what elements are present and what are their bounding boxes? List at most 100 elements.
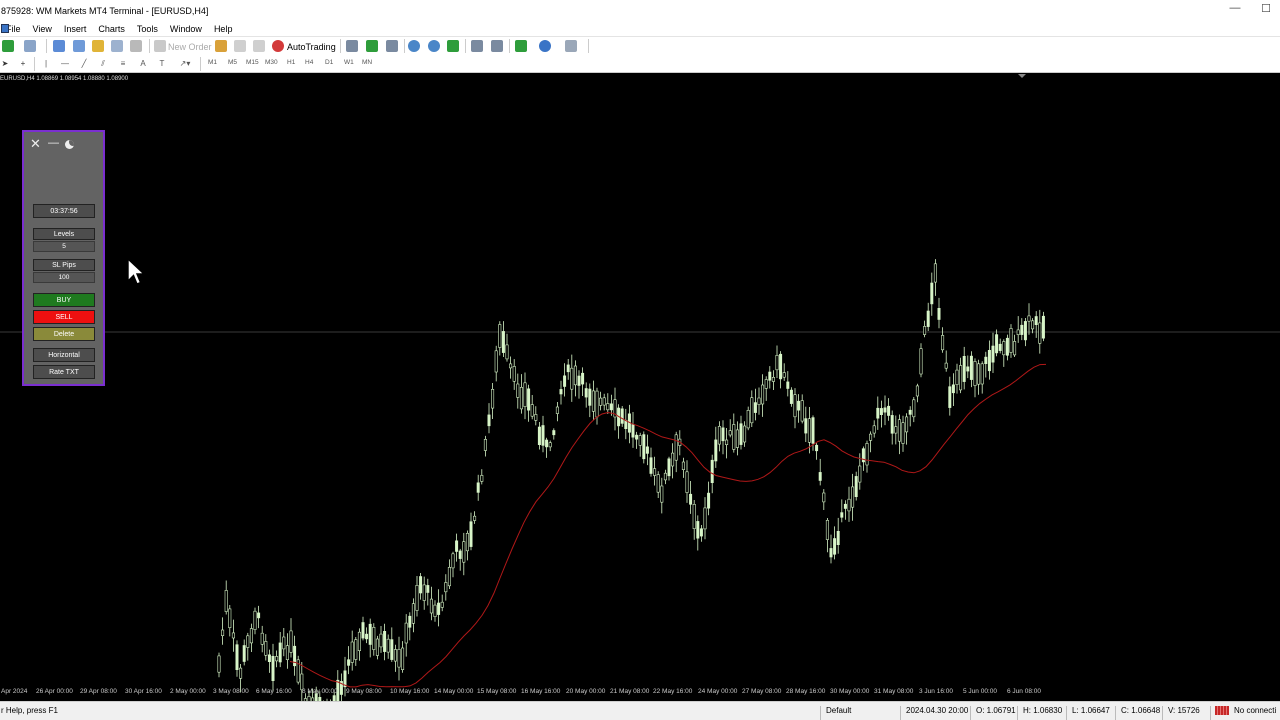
menu-charts[interactable]: Charts	[92, 24, 131, 34]
panel-theme-moon-icon[interactable]	[65, 140, 74, 149]
candle-body	[836, 530, 840, 545]
document-icon[interactable]	[1, 24, 9, 33]
crosshair-icon[interactable]: +	[18, 57, 28, 70]
text-label-icon[interactable]: T	[157, 57, 167, 70]
buy-button[interactable]: BUY	[33, 293, 95, 307]
levels-field[interactable]: 5	[33, 241, 95, 252]
candle-body	[714, 439, 718, 462]
profiles-icon[interactable]	[24, 40, 36, 52]
candle-body	[912, 399, 916, 418]
candle-body	[815, 444, 819, 452]
trendline-icon[interactable]: ╱	[79, 57, 89, 70]
candle-body	[811, 417, 815, 444]
separator	[588, 39, 589, 53]
menu-help[interactable]: Help	[208, 24, 239, 34]
separator	[34, 57, 35, 71]
metaeditor-icon[interactable]	[215, 40, 227, 52]
navigator-icon[interactable]	[92, 40, 104, 52]
status-profile[interactable]: Default	[826, 706, 851, 715]
candle-body	[217, 655, 221, 673]
timeframe-h4[interactable]: H4	[305, 59, 313, 66]
timeframe-m1[interactable]: M1	[208, 59, 217, 66]
price-chart[interactable]: EURUSD,H4 1.08869 1.08954 1.08880 1.0890…	[0, 73, 1280, 701]
autotrading-button[interactable]: AutoTrading	[287, 40, 336, 53]
vertical-line-icon[interactable]: |	[42, 57, 50, 70]
menu-window[interactable]: Window	[164, 24, 208, 34]
timeframe-h1[interactable]: H1	[287, 59, 295, 66]
candle-body	[440, 601, 444, 608]
new-order-button[interactable]: New Order	[168, 40, 212, 53]
panel-minimize-icon[interactable]: —	[48, 137, 59, 149]
channel-icon[interactable]: ⫽	[98, 57, 108, 70]
trade-panel[interactable]: ✕ — 03:37:56 Levels 5 SL Pips 100 BUY SE…	[22, 130, 105, 386]
candle-body	[649, 457, 653, 474]
cursor-icon[interactable]: ➤	[1, 57, 9, 70]
horizontal-button[interactable]: Horizontal	[33, 348, 95, 362]
timeframe-w1[interactable]: W1	[344, 59, 354, 66]
candle-body	[404, 622, 408, 644]
menu-view[interactable]: View	[27, 24, 58, 34]
candlestick-icon[interactable]	[366, 40, 378, 52]
candle-body	[789, 389, 793, 404]
timeframe-m5[interactable]: M5	[228, 59, 237, 66]
candle-body	[743, 425, 747, 443]
data-window-icon[interactable]	[73, 40, 85, 52]
strategy-tester-icon[interactable]	[130, 40, 142, 52]
candle-body	[473, 515, 477, 521]
restore-button[interactable]: ☐	[1255, 2, 1277, 15]
bar-chart-icon[interactable]	[346, 40, 358, 52]
candle-body	[548, 442, 552, 448]
zoom-in-icon[interactable]	[408, 40, 420, 52]
chart-shift-marker[interactable]	[1018, 74, 1026, 78]
arrows-icon[interactable]: ↗▾	[176, 57, 194, 70]
candle-body	[858, 465, 862, 483]
rate-txt-button[interactable]: Rate TXT	[33, 365, 95, 379]
sell-button[interactable]: SELL	[33, 310, 95, 324]
market-watch-icon[interactable]	[53, 40, 65, 52]
minimize-button[interactable]: —	[1224, 2, 1246, 14]
timeframe-d1[interactable]: D1	[325, 59, 333, 66]
candle-body	[426, 585, 430, 593]
text-icon[interactable]: A	[138, 57, 148, 70]
tile-windows-icon[interactable]	[447, 40, 459, 52]
zoom-out-icon[interactable]	[428, 40, 440, 52]
candle-body	[397, 648, 401, 668]
indicators-icon[interactable]	[515, 40, 527, 52]
time-axis-label: 24 May 00:00	[698, 688, 738, 695]
options-icon[interactable]	[253, 40, 265, 52]
candle-body	[555, 406, 559, 414]
autotrading-icon[interactable]	[272, 40, 284, 52]
menu-insert[interactable]: Insert	[58, 24, 93, 34]
chart-canvas[interactable]	[0, 73, 1280, 701]
candle-body	[757, 397, 761, 405]
status-connection[interactable]: No connecti	[1234, 706, 1276, 715]
new-order-icon[interactable]	[154, 40, 166, 52]
candle-body	[941, 335, 945, 351]
candle-body	[591, 390, 595, 412]
timeframe-mn[interactable]: MN	[362, 59, 372, 66]
candle-body	[559, 389, 563, 395]
drawing-toolbar: ➤ + | — ╱ ⫽ ≡ A T ↗▾	[0, 55, 1280, 73]
candle-body	[786, 381, 790, 389]
line-chart-icon[interactable]	[386, 40, 398, 52]
terminal-icon[interactable]	[111, 40, 123, 52]
templates-icon[interactable]	[565, 40, 577, 52]
panel-close-icon[interactable]: ✕	[30, 137, 42, 150]
status-datetime: 2024.04.30 20:00	[906, 706, 969, 715]
chart-shift-icon[interactable]	[471, 40, 483, 52]
candle-body	[689, 493, 693, 505]
horizontal-line-icon[interactable]: —	[60, 57, 70, 70]
auto-scroll-icon[interactable]	[491, 40, 503, 52]
timeframe-m30[interactable]: M30	[265, 59, 278, 66]
menu-tools[interactable]: Tools	[131, 24, 164, 34]
fibonacci-icon[interactable]: ≡	[118, 57, 128, 70]
new-chart-icon[interactable]	[2, 40, 14, 52]
candle-body	[937, 308, 941, 320]
timeframe-m15[interactable]: M15	[246, 59, 259, 66]
periods-icon[interactable]	[539, 40, 551, 52]
candle-body	[246, 635, 250, 648]
candle-body	[840, 512, 844, 518]
sl-pips-field[interactable]: 100	[33, 272, 95, 283]
signals-icon[interactable]	[234, 40, 246, 52]
delete-button[interactable]: Delete	[33, 327, 95, 341]
